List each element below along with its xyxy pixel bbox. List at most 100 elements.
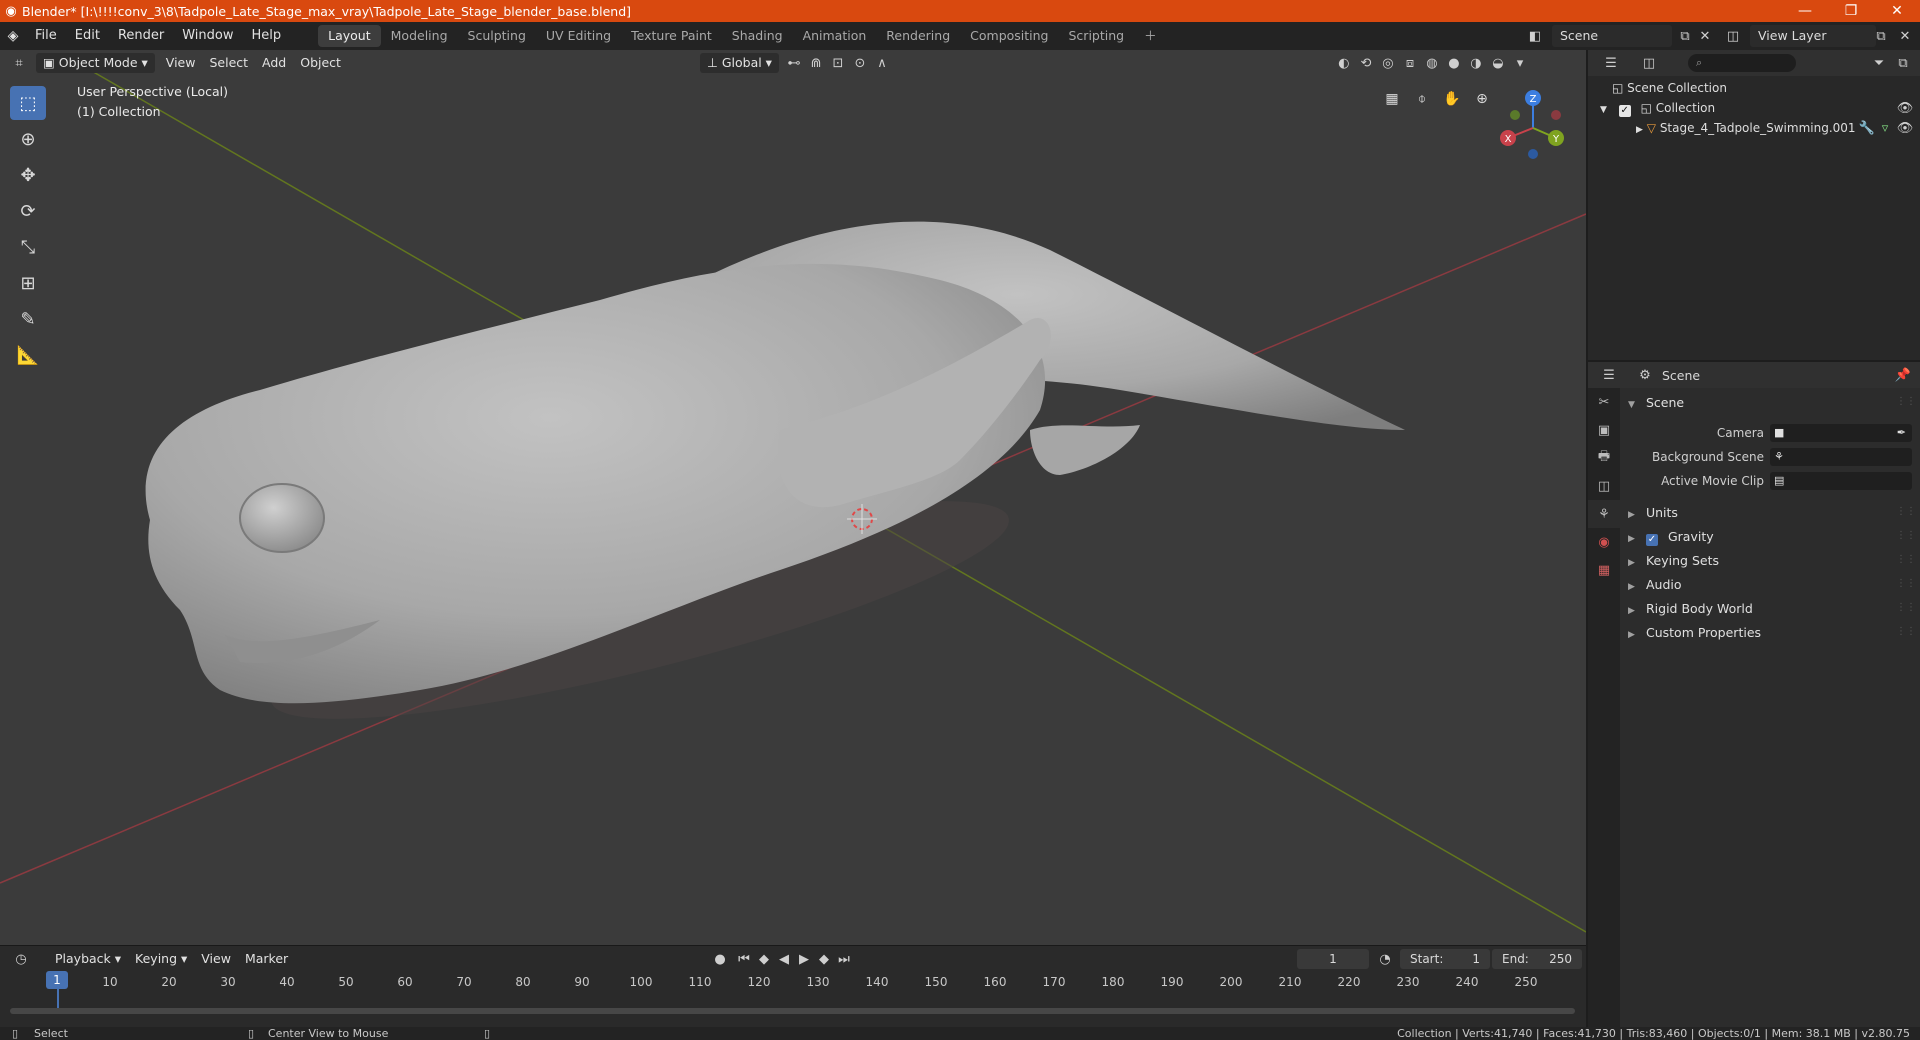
panel-grip-icon[interactable]: ⋮⋮ [1896,626,1916,637]
scene-selector[interactable]: Scene [1552,25,1672,47]
menu-help[interactable]: Help [243,22,291,50]
solid-shading-icon[interactable]: ● [1443,53,1465,73]
properties-panel[interactable]: ☰ ⚙ Scene 📌 ✂ ▣ 🖶 ◫ ⚘ ◉ ▦ ▼ Scene ⋮⋮ Cam… [1588,362,1920,1027]
viewport-menu-select[interactable]: Select [202,53,255,73]
timeline-menu-keying[interactable]: Keying ▾ [128,949,194,969]
visibility-icon[interactable]: ◐ [1333,53,1355,73]
maximize-button[interactable]: ❐ [1828,3,1874,19]
delete-scene-icon[interactable]: ✕ [1694,26,1716,46]
add-workspace-icon[interactable]: ＋ [1134,25,1167,47]
new-scene-icon[interactable]: ⧉ [1674,26,1696,46]
rotate-tool-icon[interactable]: ⟳ [10,194,46,228]
properties-editor-type-icon[interactable]: ☰ [1598,365,1620,385]
view-layer-selector[interactable]: View Layer [1750,25,1876,47]
viewport-menu-add[interactable]: Add [255,53,293,73]
measure-tool-icon[interactable]: 📐 [10,338,46,372]
pivot-point-icon[interactable]: ⊷ [783,53,805,73]
xray-icon[interactable]: ⧈ [1399,53,1421,73]
view-layer-tab-icon[interactable]: ◫ [1588,472,1620,500]
gizmo-toggle-icon[interactable]: ⟲ [1355,53,1377,73]
navigation-gizmo[interactable]: Z X Y [1500,90,1564,159]
end-frame-field[interactable]: End: 250 [1492,949,1582,969]
record-icon[interactable]: ● [709,949,731,969]
scene-browse-icon[interactable]: ◧ [1524,26,1546,46]
snap-icon[interactable]: ⋒ [805,53,827,73]
tab-modeling[interactable]: Modeling [381,25,458,47]
viewport-menu-object[interactable]: Object [293,53,348,73]
menu-edit[interactable]: Edit [66,22,109,50]
transform-orientation-dropdown[interactable]: ⊥ Global ▾ [699,53,779,73]
tab-sculpting[interactable]: Sculpting [458,25,536,47]
expand-arrow-icon[interactable]: ▼ [1600,105,1607,115]
pin-icon[interactable]: 📌 [1892,365,1914,385]
viewport-menu-view[interactable]: View [159,53,203,73]
mode-dropdown[interactable]: ▣ Object Mode ▾ [36,53,155,73]
material-shading-icon[interactable]: ◑ [1465,53,1487,73]
timeline-editor[interactable]: ◷ Playback ▾ Keying ▾ View Marker ● ⏮ ◆ … [0,945,1586,1027]
pan-hand-icon[interactable]: ✋ [1439,86,1465,112]
collection-checkbox[interactable]: ✓ [1618,105,1631,117]
timeline-menu-view[interactable]: View [194,949,238,969]
custom-properties-panel-header[interactable]: ▶ Custom Properties [1628,622,1920,644]
camera-icon[interactable]: ⌽ [1409,86,1435,112]
outliner-item-collection[interactable]: ▼ ✓ ◱ Collection [1600,98,1715,118]
jump-end-icon[interactable]: ⏭ [833,949,855,969]
editor-type-icon[interactable]: ⌗ [8,53,30,73]
wireframe-shading-icon[interactable]: ◍ [1421,53,1443,73]
move-tool-icon[interactable]: ✥ [10,158,46,192]
gravity-checkbox[interactable]: ✓ [1645,534,1658,546]
tab-uv-editing[interactable]: UV Editing [536,25,621,47]
scene-tab-icon[interactable]: ⚘ [1588,500,1620,528]
panel-grip-icon[interactable]: ⋮⋮ [1896,554,1916,565]
next-keyframe-icon[interactable]: ◆ [813,949,835,969]
expand-arrow-icon[interactable]: ▶ [1636,125,1643,135]
frame-ruler[interactable]: 10 20 30 40 50 60 70 80 90 100 110 120 1… [0,972,1586,994]
overlay-toggle-icon[interactable]: ◎ [1377,53,1399,73]
cursor-tool-icon[interactable]: ⊕ [10,122,46,156]
preview-range-icon[interactable]: ◔ [1374,949,1396,969]
vertex-group-icon[interactable]: ▿ [1874,118,1896,138]
panel-grip-icon[interactable]: ⋮⋮ [1896,578,1916,589]
timeline-menu-marker[interactable]: Marker [238,949,295,969]
rigid-body-world-panel-header[interactable]: ▶ Rigid Body World [1628,598,1920,620]
filter-icon[interactable]: ⏷ [1868,53,1890,73]
timeline-scrollbar[interactable] [10,1008,1575,1014]
zoom-icon[interactable]: ⊕ [1469,86,1495,112]
select-box-tool-icon[interactable]: ⬚ [10,86,46,120]
gravity-panel-header[interactable]: ▶ ✓ Gravity [1628,526,1920,548]
background-scene-field[interactable] [1770,448,1912,466]
timeline-editor-type-icon[interactable]: ◷ [10,949,32,969]
timeline-menu-playback[interactable]: Playback ▾ [48,949,128,969]
tab-scripting[interactable]: Scripting [1059,25,1135,47]
render-tab-icon[interactable]: ▣ [1588,416,1620,444]
object-eye-icon[interactable]: 👁 [1894,118,1916,138]
audio-panel-header[interactable]: ▶ Audio [1628,574,1920,596]
tab-texture-paint[interactable]: Texture Paint [621,25,722,47]
panel-grip-icon[interactable]: ⋮⋮ [1896,602,1916,613]
transform-tool-icon[interactable]: ⊞ [10,266,46,300]
outliner-panel[interactable]: ☰ ◫ ⌕ ⏷ ⧉ ◱ Scene Collection ▼ ✓ ◱ Colle… [1588,50,1920,360]
play-icon[interactable]: ▶ [793,949,815,969]
outliner-editor-type-icon[interactable]: ☰ [1600,53,1622,73]
menu-window[interactable]: Window [173,22,242,50]
keying-sets-panel-header[interactable]: ▶ Keying Sets [1628,550,1920,572]
shading-options-icon[interactable]: ▾ [1509,53,1531,73]
minimize-button[interactable]: — [1782,3,1828,19]
play-reverse-icon[interactable]: ◀ [773,949,795,969]
menu-render[interactable]: Render [109,22,173,50]
playhead[interactable]: 1 [46,971,68,989]
outliner-search-input[interactable]: ⌕ [1688,54,1796,72]
delete-view-layer-icon[interactable]: ✕ [1894,26,1916,46]
tab-compositing[interactable]: Compositing [960,25,1058,47]
prev-keyframe-icon[interactable]: ◆ [753,949,775,969]
active-movie-clip-field[interactable] [1770,472,1912,490]
outliner-item-object[interactable]: ▶ ▽ Stage_4_Tadpole_Swimming.001 [1636,118,1856,138]
tool-tab-icon[interactable]: ✂ [1588,388,1620,416]
panel-grip-icon[interactable]: ⋮⋮ [1896,530,1916,541]
scale-tool-icon[interactable]: ⤡ [10,230,46,264]
3d-viewport[interactable]: Z X Y ⌗ ▣ Object Mode ▾ View Select Add … [0,50,1586,945]
blender-menu-icon[interactable]: ◈ [0,28,26,44]
proportional-edit-icon[interactable]: ⊙ [849,53,871,73]
new-view-layer-icon[interactable]: ⧉ [1870,26,1892,46]
menu-file[interactable]: File [26,22,66,50]
